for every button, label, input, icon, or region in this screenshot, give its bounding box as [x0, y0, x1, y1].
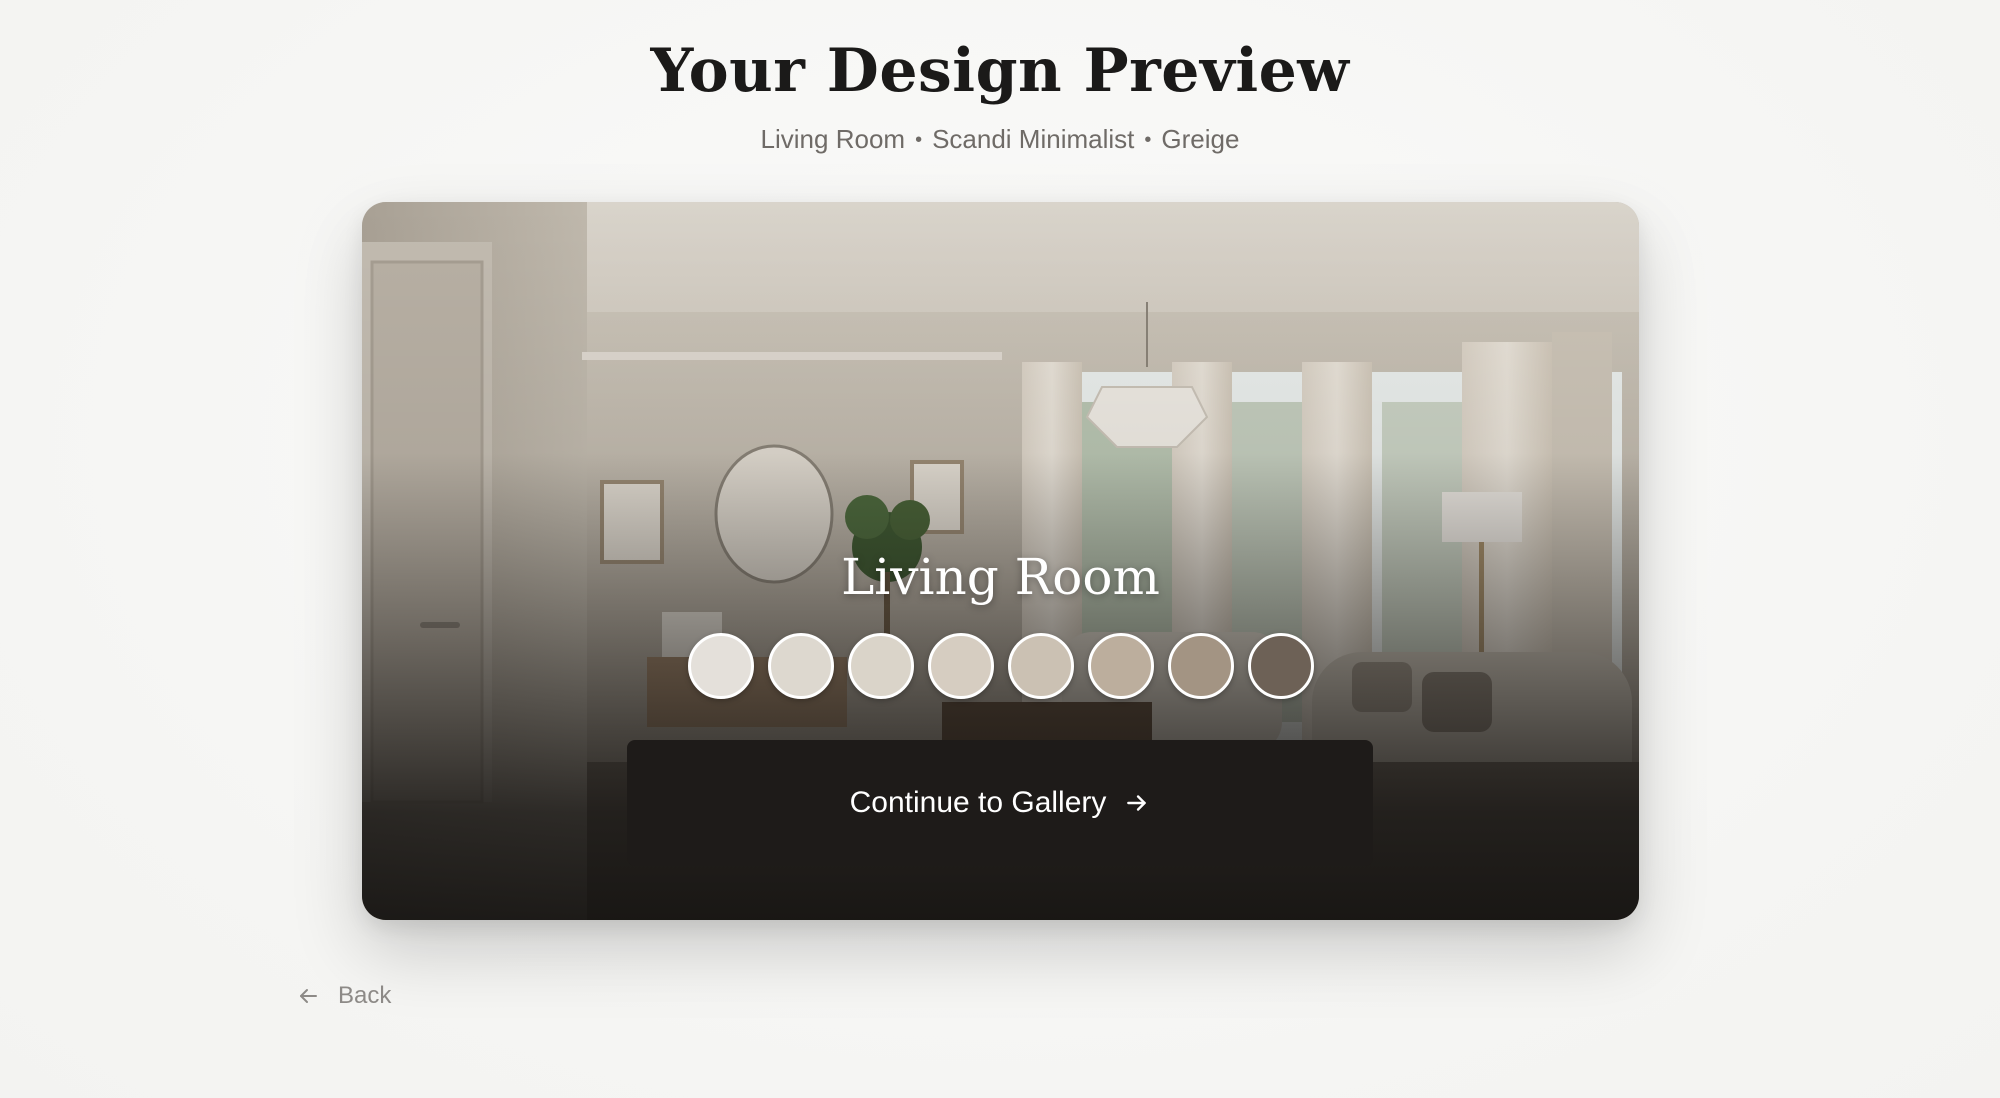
design-preview-page: Your Design Preview Living Room • Scandi M… — [0, 0, 2000, 1098]
summary-separator: • — [915, 129, 923, 151]
palette-swatch — [1007, 633, 1074, 699]
palette-swatch — [1087, 633, 1154, 699]
summary-separator: • — [1144, 129, 1152, 151]
continue-to-gallery-button[interactable]: Continue to Gallery — [627, 740, 1373, 866]
back-button[interactable]: Back — [296, 982, 391, 1010]
preview-room-name: Living Room — [841, 548, 1160, 606]
arrow-left-icon — [300, 989, 317, 1003]
page-title: Your Design Preview — [650, 36, 1350, 106]
palette-swatch — [687, 633, 754, 699]
palette-swatch — [927, 633, 994, 699]
summary-color: Greige — [1161, 124, 1240, 154]
color-palette — [362, 633, 1639, 699]
palette-swatch — [1167, 633, 1234, 699]
palette-swatch — [847, 633, 914, 699]
design-summary: Living Room • Scandi Minimalist • Greige — [0, 124, 2000, 155]
summary-room: Living Room — [760, 124, 906, 154]
preview-card: Living Room Continue to Gallery — [362, 202, 1639, 920]
continue-button-label: Continue to Gallery — [849, 786, 1107, 819]
palette-swatch — [767, 633, 834, 699]
summary-style: Scandi Minimalist — [932, 124, 1135, 154]
palette-swatch — [1247, 633, 1314, 699]
back-label: Back — [338, 982, 392, 1009]
arrow-right-icon — [1127, 795, 1147, 811]
